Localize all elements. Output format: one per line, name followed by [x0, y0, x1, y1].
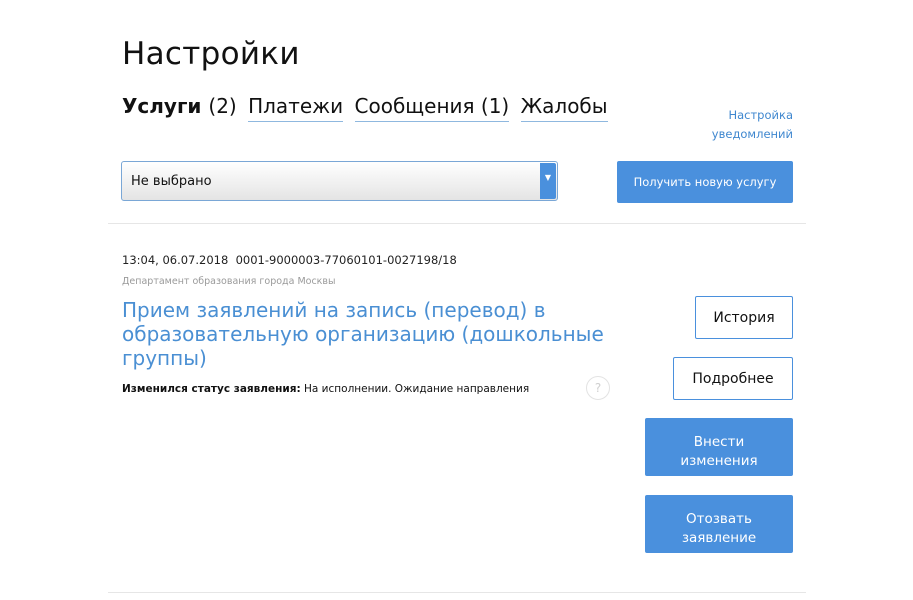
- tab-services[interactable]: Услуги (2): [122, 94, 237, 121]
- tabs: Услуги (2) Платежи Сообщения (1) Жалобы: [122, 94, 613, 122]
- make-changes-line1: Внести: [693, 433, 745, 450]
- tab-messages[interactable]: Сообщения (1): [354, 94, 510, 122]
- make-changes-line2: изменения: [680, 452, 758, 469]
- tab-payments[interactable]: Платежи: [248, 94, 344, 122]
- revoke-line1: Отозвать: [686, 510, 752, 527]
- tab-services-count: (2): [208, 94, 237, 118]
- notification-settings-line1: Настройка: [728, 108, 793, 122]
- status-label: Изменился статус заявления:: [122, 383, 301, 395]
- service-number: 0001-9000003-77060101-0027198/18: [235, 253, 457, 267]
- get-new-service-button[interactable]: Получить новую услугу: [617, 161, 793, 203]
- revoke-line2: заявление: [681, 529, 757, 546]
- service-status: Изменился статус заявления: На исполнени…: [122, 383, 529, 395]
- status-value: На исполнении. Ожидание направления: [304, 383, 530, 395]
- chevron-down-icon[interactable]: ▼: [540, 163, 556, 199]
- service-meta: 13:04, 06.07.2018 0001-9000003-77060101-…: [122, 253, 457, 267]
- tab-complaints[interactable]: Жалобы: [520, 94, 608, 122]
- notification-settings-link[interactable]: Настройка уведомлений: [683, 106, 793, 144]
- divider: [108, 592, 806, 593]
- service-filter-value: Не выбрано: [131, 174, 212, 189]
- page-title: Настройки: [122, 36, 300, 72]
- question-circle-icon[interactable]: ?: [586, 376, 610, 400]
- revoke-application-button[interactable]: Отозвать заявление: [645, 495, 793, 553]
- service-filter-select[interactable]: Не выбрано ▼: [121, 161, 558, 201]
- history-button[interactable]: История: [695, 296, 793, 339]
- tab-services-label: Услуги: [122, 94, 202, 118]
- details-button[interactable]: Подробнее: [673, 357, 793, 400]
- notification-settings-line2: уведомлений: [711, 127, 793, 141]
- make-changes-button[interactable]: Внести изменения: [645, 418, 793, 476]
- service-timestamp: 13:04, 06.07.2018: [122, 253, 229, 267]
- service-department: Департамент образования города Москвы: [122, 276, 336, 287]
- service-title-link[interactable]: Прием заявлений на запись (перевод) в об…: [122, 298, 612, 370]
- divider: [108, 223, 806, 224]
